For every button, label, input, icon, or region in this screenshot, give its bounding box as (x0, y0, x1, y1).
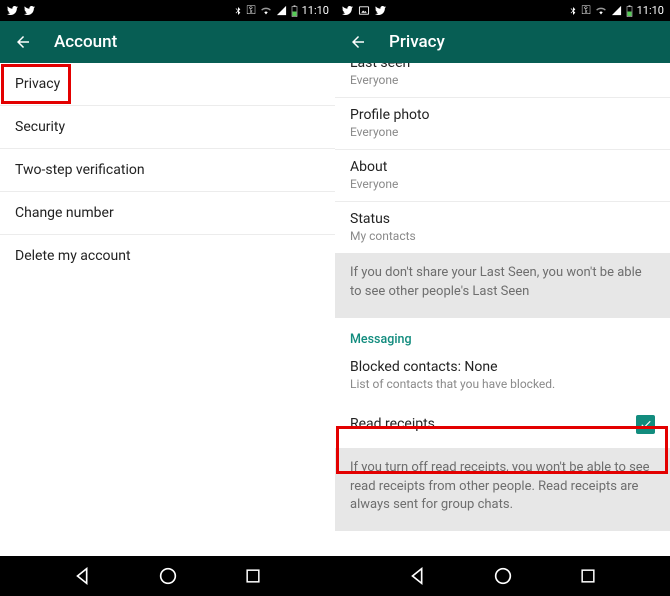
bluetooth-icon (234, 5, 242, 17)
twitter-icon (374, 5, 387, 16)
app-bar: Account (0, 21, 335, 63)
screen-title: Privacy (389, 32, 445, 52)
read-receipts-info: If you turn off read receipts, you won't… (335, 448, 670, 532)
nav-back-button[interactable] (72, 565, 94, 587)
signal-icon (611, 5, 622, 16)
pref-profile-photo[interactable]: Profile photo Everyone (335, 98, 670, 150)
pref-about[interactable]: About Everyone (335, 150, 670, 202)
key-icon: ⚿ (581, 3, 590, 18)
section-messaging: Messaging (335, 318, 670, 353)
status-bar: ⚿ 11:10 (0, 0, 335, 21)
clock-text: 11:10 (302, 4, 329, 17)
account-item-two-step[interactable]: Two-step verification (0, 149, 335, 192)
account-item-security[interactable]: Security (0, 106, 335, 149)
wifi-icon (260, 6, 272, 16)
status-bar: ⚿ 11:10 (335, 0, 670, 21)
privacy-screen: ⚿ 11:10 Privacy Last seen Everyone Profi… (335, 0, 670, 556)
pref-last-seen[interactable]: Last seen Everyone (335, 63, 670, 98)
nav-home-button[interactable] (492, 565, 514, 587)
app-bar: Privacy (335, 21, 670, 63)
nav-recent-button[interactable] (243, 566, 263, 586)
last-seen-info: If you don't share your Last Seen, you w… (335, 253, 670, 318)
twitter-icon (341, 5, 354, 16)
clock-text: 11:10 (637, 4, 664, 17)
pref-read-receipts[interactable]: Read receipts (335, 401, 670, 448)
key-icon: ⚿ (246, 3, 255, 18)
screen-title: Account (54, 32, 117, 52)
wifi-icon (595, 6, 607, 16)
pref-status[interactable]: Status My contacts (335, 202, 670, 253)
nav-recent-button[interactable] (578, 566, 598, 586)
android-nav-bar (0, 556, 670, 596)
back-button[interactable] (349, 33, 367, 51)
privacy-list[interactable]: Last seen Everyone Profile photo Everyon… (335, 63, 670, 556)
account-item-delete[interactable]: Delete my account (0, 235, 335, 277)
battery-icon (626, 5, 633, 17)
twitter-icon (23, 5, 36, 16)
bluetooth-icon (569, 5, 577, 17)
nav-back-button[interactable] (407, 565, 429, 587)
account-item-change-number[interactable]: Change number (0, 192, 335, 235)
account-list: Privacy Security Two-step verification C… (0, 63, 335, 556)
battery-icon (291, 5, 298, 17)
signal-icon (276, 5, 287, 16)
twitter-icon (6, 5, 19, 16)
account-item-privacy[interactable]: Privacy (0, 63, 335, 106)
checkbox-checked-icon[interactable] (636, 415, 655, 434)
nav-home-button[interactable] (157, 565, 179, 587)
image-icon (358, 5, 370, 16)
account-screen: ⚿ 11:10 Account Privacy Security Two-ste… (0, 0, 335, 556)
back-button[interactable] (14, 33, 32, 51)
pref-blocked[interactable]: Blocked contacts: None List of contacts … (335, 353, 670, 401)
